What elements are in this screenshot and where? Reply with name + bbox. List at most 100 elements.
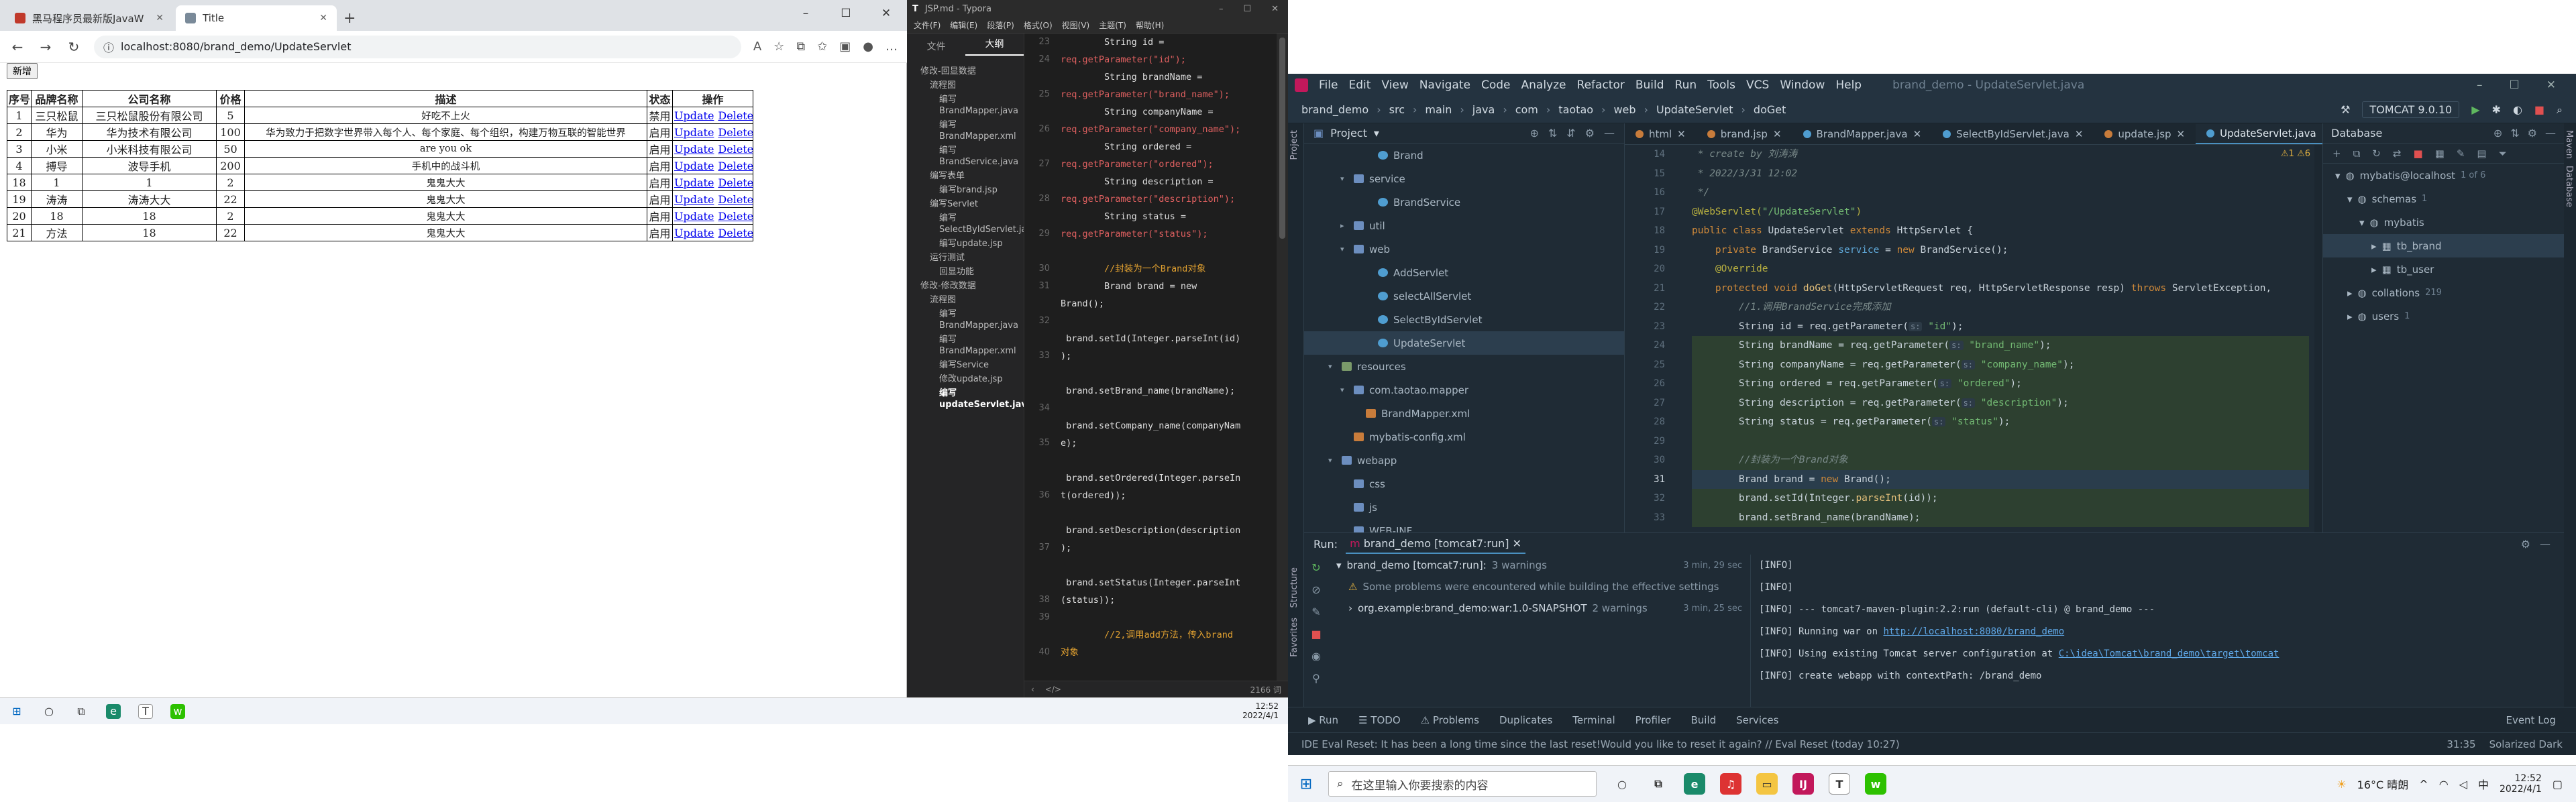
typora-menu-item[interactable]: 文件(F) — [914, 19, 941, 31]
breadcrumb-item[interactable]: taotao — [1558, 103, 1593, 116]
typora-menu-item[interactable]: 编辑(E) — [950, 19, 977, 31]
database-tree-item[interactable]: ▾ ◍ schemas 1 — [2323, 187, 2564, 211]
project-tree-item[interactable]: UpdateServlet — [1304, 331, 1624, 355]
tree-arrow-icon[interactable]: ▾ — [1340, 174, 1348, 183]
outline-item[interactable]: 编写BrandService.java — [907, 144, 1024, 169]
breadcrumb-item[interactable]: com — [1515, 103, 1538, 116]
chevron-down-icon[interactable]: ▾ — [1374, 127, 1379, 139]
weather-icon[interactable]: ☀ — [2337, 778, 2346, 791]
typora-code-block[interactable]: String id = req.getParameter("id"); Stri… — [1055, 34, 1277, 681]
outline-item[interactable]: 编写SelectByIdServlet.java — [907, 211, 1024, 237]
add-icon[interactable]: + — [2332, 148, 2341, 160]
close-icon[interactable]: ✕ — [2546, 78, 2556, 92]
bottom-tool-tab[interactable]: ⚠ Problems — [1421, 714, 1479, 726]
update-link[interactable]: Update — [674, 176, 714, 189]
ide-menu-item[interactable]: Tools — [1707, 78, 1735, 92]
back-icon[interactable]: ← — [9, 39, 25, 55]
typora-menu-item[interactable]: 主题(T) — [1099, 19, 1126, 31]
reload-icon[interactable]: ↻ — [66, 39, 82, 55]
tree-arrow-icon[interactable]: ▾ — [1328, 362, 1336, 371]
ime-icon[interactable]: 中 — [2478, 776, 2489, 792]
editor-tab[interactable]: BrandMapper.java ✕ — [1792, 124, 1933, 144]
star-icon[interactable]: ☆ — [773, 40, 784, 54]
network-icon[interactable]: ◠ — [2439, 778, 2449, 791]
update-link[interactable]: Update — [674, 227, 714, 239]
update-link[interactable]: Update — [674, 126, 714, 139]
collapse-icon[interactable]: ⇵ — [1566, 127, 1575, 139]
breadcrumb-item[interactable]: web — [1613, 103, 1635, 116]
tree-arrow-icon[interactable]: ▾ — [1340, 245, 1348, 253]
editor-tab[interactable]: UpdateServlet.java✕ — [2196, 124, 2341, 144]
explorer-icon[interactable]: ▭ — [1756, 773, 1778, 795]
event-log-tab[interactable]: Event Log — [2506, 714, 2576, 726]
close-tab-icon[interactable]: ✕ — [319, 13, 327, 23]
delete-link[interactable]: Delete — [718, 193, 752, 206]
bottom-tool-tab[interactable]: ☰ TODO — [1358, 714, 1401, 726]
outline-item[interactable]: 修改update.jsp — [907, 372, 1024, 386]
project-panel-title[interactable]: Project — [1330, 127, 1367, 139]
theme-name[interactable]: Solarized Dark — [2489, 738, 2563, 750]
run-console-log[interactable]: [INFO] [INFO] [INFO] --- tomcat7-maven-plu… — [1751, 555, 2549, 707]
wechat-icon[interactable]: w — [170, 703, 185, 719]
database-tree-item[interactable]: ▸ ▦ tb_brand — [2323, 234, 2564, 257]
edge-icon[interactable]: e — [1684, 773, 1705, 795]
sort-icon[interactable]: ⇅ — [2510, 127, 2519, 139]
outline-item[interactable]: 编写BrandMapper.xml — [907, 118, 1024, 144]
browser-tab[interactable]: 黑马程序员最新版JavaWeb基础 ✕ — [5, 5, 173, 31]
console-link[interactable]: C:\idea\Tomcat\brand_demo\target\tomcat — [2059, 648, 2279, 659]
outline-item[interactable]: 编写Servlet — [907, 197, 1024, 211]
project-tree-item[interactable]: js — [1304, 496, 1624, 519]
ide-menu-item[interactable]: Edit — [1348, 78, 1371, 92]
filter-icon[interactable]: ⏷ — [2499, 148, 2507, 160]
project-tree-item[interactable]: ▾ resources — [1304, 355, 1624, 378]
word-count[interactable]: 2166 词 — [1250, 684, 1281, 695]
outline-item[interactable]: 流程图 — [907, 78, 1024, 93]
back-arrow-icon[interactable]: ‹ — [1031, 685, 1034, 694]
volume-icon[interactable]: ◁ — [2459, 778, 2467, 791]
settings-icon[interactable]: ✎ — [1311, 606, 1320, 618]
typora-menu-item[interactable]: 视图(V) — [1062, 19, 1090, 31]
project-tree-item[interactable]: ▸ util — [1304, 214, 1624, 237]
maximize-icon[interactable]: ☐ — [826, 0, 866, 27]
pin-icon[interactable]: ⚲ — [1312, 672, 1320, 685]
gear-icon[interactable]: ⚙ — [2528, 127, 2537, 139]
typora-menu-item[interactable]: 格式(O) — [1024, 19, 1053, 31]
run-config-select[interactable]: TOMCAT 9.0.10 — [2362, 101, 2460, 118]
profile-icon[interactable]: ● — [863, 40, 873, 54]
sync-icon[interactable]: ⇄ — [2393, 148, 2402, 160]
delete-link[interactable]: Delete — [718, 160, 752, 172]
breadcrumb-item[interactable]: src — [1389, 103, 1405, 116]
add-brand-button[interactable]: 新增 — [7, 63, 38, 79]
breadcrumb-item[interactable]: main — [1425, 103, 1452, 116]
status-message[interactable]: IDE Eval Reset: It has been a long time … — [1301, 738, 1900, 750]
structure-tool-tab[interactable]: Structure — [1289, 565, 1299, 610]
console-link[interactable]: http://localhost:8080/brand_demo — [1883, 626, 2064, 637]
editor-tab[interactable]: update.jsp ✕ — [2094, 124, 2196, 144]
rerun-icon[interactable]: ↻ — [1311, 561, 1320, 574]
edit-icon[interactable]: ✎ — [2457, 148, 2465, 160]
delete-link[interactable]: Delete — [718, 143, 752, 156]
project-tree-item[interactable]: ▾ com.taotao.mapper — [1304, 378, 1624, 402]
update-link[interactable]: Update — [674, 143, 714, 156]
info-icon[interactable]: ⓘ — [103, 39, 114, 55]
editor-tab[interactable]: html ✕ — [1625, 124, 1697, 144]
gear-icon[interactable]: ⚙ — [2521, 538, 2530, 551]
task-view-icon[interactable]: ⧉ — [74, 704, 89, 719]
notification-icon[interactable]: ▢ — [2553, 778, 2563, 791]
hide-icon[interactable]: — — [1604, 127, 1615, 139]
project-tree-item[interactable]: ▾ web — [1304, 237, 1624, 261]
run-tab[interactable]: m brand_demo [tomcat7:run] ✕ — [1346, 534, 1525, 554]
close-icon[interactable]: ✕ — [866, 0, 906, 27]
breadcrumb-item[interactable]: UpdateServlet — [1656, 103, 1733, 116]
address-bar[interactable]: ⓘ localhost:8080/brand_demo/UpdateServle… — [94, 35, 741, 58]
stop-icon[interactable]: ■ — [2534, 103, 2544, 116]
ide-menu-item[interactable]: VCS — [1746, 78, 1769, 92]
table-icon[interactable]: ▦ — [2435, 148, 2445, 160]
favorites-icon[interactable]: ✩ — [817, 40, 827, 54]
maximize-icon[interactable]: ☐ — [2510, 78, 2520, 92]
project-tree-item[interactable]: SelectByIdServlet — [1304, 308, 1624, 331]
close-tab-icon[interactable]: ✕ — [1677, 128, 1686, 140]
update-link[interactable]: Update — [674, 160, 714, 172]
project-tree-item[interactable]: BrandService — [1304, 190, 1624, 214]
wechat-icon[interactable]: w — [1865, 773, 1886, 795]
